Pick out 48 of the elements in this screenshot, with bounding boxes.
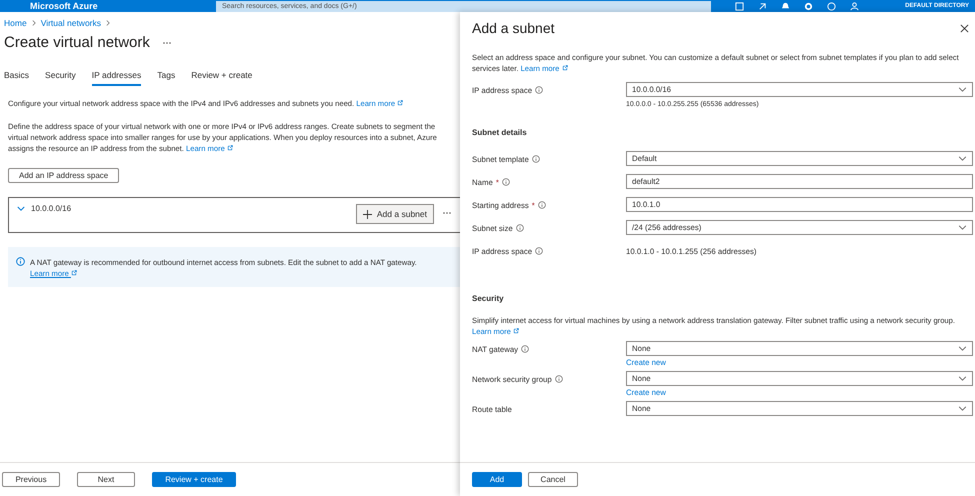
external-link-icon [562,65,568,71]
person-icon[interactable] [850,2,859,10]
tab[interactable]: IP addresses [92,70,142,86]
breadcrumb-link[interactable]: Virtual networks [40,18,102,28]
chevron-down-icon [958,225,967,230]
info-icon[interactable] [554,375,563,383]
page-title: Create virtual network [4,34,150,51]
previous-button[interactable]: Previous [2,472,60,487]
external-link-icon [226,145,233,151]
chevron-down-icon[interactable] [17,206,25,212]
panel-title: Add a subnet [472,20,555,36]
arrow-icon[interactable] [758,2,767,10]
info-icon[interactable] [521,345,530,353]
info-icon[interactable] [516,224,524,232]
section-heading: Security [472,293,505,305]
plus-icon [362,210,372,218]
add-button[interactable]: Add [472,472,522,487]
bell-icon[interactable] [781,2,790,10]
info-icon[interactable] [502,178,510,186]
chevron-down-icon [958,406,967,411]
tab[interactable]: Tags [157,70,176,86]
info-icon[interactable] [538,201,546,209]
external-link-icon [512,328,519,334]
add-subnet-button[interactable]: Add a subnet [356,204,434,224]
tab[interactable]: Security [45,70,76,86]
address-space-label: 10.0.0.0/16 [31,204,72,213]
info-icon[interactable] [532,155,540,163]
external-link-icon [397,100,404,106]
external-link-icon [70,270,77,276]
info-icon [16,257,25,266]
add-address-space-button[interactable]: Add an IP address space [8,168,120,183]
chevron-down-icon [958,156,967,161]
section-heading: Subnet details [472,127,528,139]
next-button[interactable]: Next [77,472,135,487]
close-icon[interactable] [960,24,969,33]
chevron-down-icon [958,376,967,381]
chevron-icon [30,20,37,26]
chevron-down-icon [958,87,967,92]
info-icon[interactable] [535,247,544,255]
chevron-icon [105,20,112,26]
review-create-button[interactable]: Review + create [152,472,236,487]
tab[interactable]: Review + create [191,70,252,86]
cancel-button[interactable]: Cancel [528,472,578,487]
chevron-down-icon [958,346,967,351]
brand-name: Microsoft Azure [29,1,99,11]
tab[interactable]: Basics [4,70,30,86]
info-icon[interactable] [535,86,544,94]
breadcrumb-link[interactable]: Home [4,18,27,28]
